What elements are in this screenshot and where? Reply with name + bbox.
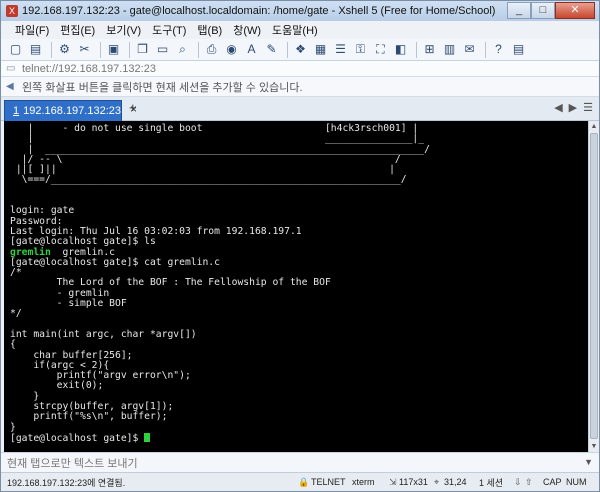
session-icon: ▭ <box>6 63 16 74</box>
terminal-scrollbar[interactable]: ▲ ▼ <box>588 121 599 452</box>
status-cursor: 31,24 <box>444 477 467 487</box>
terminal-banner: | - do not use single boot [h4ck3rsch001… <box>15 123 430 186</box>
menu-tools[interactable]: 도구(T) <box>152 22 186 38</box>
status-size: 117x31 <box>399 477 428 487</box>
tab-next-icon[interactable]: ▶ <box>569 101 577 114</box>
new-session-icon[interactable]: ▢ <box>7 41 24 58</box>
title-bar: X 192.168.197.132:23 - gate@localhost.lo… <box>1 1 599 21</box>
paste-icon[interactable]: ▭ <box>154 41 171 58</box>
status-num: NUM <box>566 477 587 487</box>
options-icon[interactable]: ▤ <box>510 41 527 58</box>
tab-bar: 1 192.168.197.132:23 × + ◀ ▶ ☰ <box>1 97 599 121</box>
reconnect-icon[interactable]: ▣ <box>105 41 122 58</box>
terminal-code: [gate@localhost gate]$ cat gremlin.c /* … <box>10 256 331 433</box>
disconnect-icon[interactable]: ✂ <box>76 41 93 58</box>
minimize-button[interactable]: _ <box>507 2 531 19</box>
menu-window[interactable]: 창(W) <box>233 22 261 38</box>
copy-icon[interactable]: ❐ <box>134 41 151 58</box>
close-button[interactable]: ✕ <box>555 2 595 19</box>
scrollbar-thumb[interactable] <box>590 133 598 439</box>
compose-icon[interactable]: ⊞ <box>421 41 438 58</box>
status-cap: CAP <box>543 477 562 487</box>
send-text-bar[interactable]: 현재 탭으로만 텍스트 보내기 ▼ <box>1 452 599 472</box>
terminal-lines: login: gate Password: Last login: Thu Ju… <box>10 205 302 248</box>
xftp-icon[interactable]: ❖ <box>292 41 309 58</box>
terminal-output: | - do not use single boot [h4ck3rsch001… <box>10 123 430 444</box>
hint-bar: ◀ 왼쪽 화살표 버튼을 클릭하면 현재 세션을 추가할 수 있습니다. <box>1 77 599 97</box>
sessions-down-icon[interactable]: ⇩ <box>514 477 522 488</box>
globe-icon[interactable]: ◉ <box>223 41 240 58</box>
menu-help[interactable]: 도움말(H) <box>272 22 318 38</box>
xshell-app-icon: X <box>6 5 18 17</box>
window-title: 192.168.197.132:23 - gate@localhost.loca… <box>22 5 496 17</box>
tab-label: 192.168.197.132:23 <box>23 105 121 117</box>
open-folder-icon[interactable]: ▤ <box>27 41 44 58</box>
terminal-cursor <box>144 432 151 442</box>
send-text-label: 현재 탭으로만 텍스트 보내기 <box>7 457 138 470</box>
tab-list-icon[interactable]: ☰ <box>583 101 593 114</box>
status-sessions: 1 세션 <box>479 477 504 488</box>
terminal-area[interactable]: | - do not use single boot [h4ck3rsch001… <box>4 121 588 452</box>
size-icon: ⇲ <box>389 476 397 487</box>
address-text: telnet://192.168.197.132:23 <box>22 62 156 75</box>
menu-tab[interactable]: 탭(B) <box>197 22 222 38</box>
tab-session-1[interactable]: 1 192.168.197.132:23 × <box>4 100 137 121</box>
new-tab-icon[interactable]: + <box>129 100 137 115</box>
font-icon[interactable]: A <box>243 41 260 58</box>
arrow-left-icon[interactable]: ◀ <box>6 81 18 92</box>
lock-status-icon: 🔒 <box>298 476 310 487</box>
keymap-icon[interactable]: ▦ <box>312 41 329 58</box>
menu-view[interactable]: 보기(V) <box>106 22 141 38</box>
find-icon[interactable]: ⌕ <box>174 41 191 58</box>
send-options-icon[interactable]: ▼ <box>584 457 593 467</box>
hint-text: 왼쪽 화살표 버튼을 클릭하면 현재 세션을 추가할 수 있습니다. <box>22 81 303 94</box>
chat-icon[interactable]: ✉ <box>461 41 478 58</box>
status-protocol: TELNET <box>311 477 346 487</box>
terminal-prompt: [gate@localhost gate]$ <box>10 432 145 444</box>
print-icon[interactable]: ⎙ <box>203 41 220 58</box>
lock-icon[interactable]: ⚿ <box>352 41 369 58</box>
fullscreen-icon[interactable]: ⛶ <box>372 41 389 58</box>
address-bar[interactable]: ▭ telnet://192.168.197.132:23 <box>1 61 599 77</box>
scroll-up-icon[interactable]: ▲ <box>589 121 599 132</box>
highlight-icon[interactable]: ✎ <box>263 41 280 58</box>
script-icon[interactable]: ☰ <box>332 41 349 58</box>
menu-file[interactable]: 파일(F) <box>15 22 49 38</box>
tab-prev-icon[interactable]: ◀ <box>554 101 562 114</box>
status-host: 192.168.197.132:23에 연결됨. <box>7 477 126 488</box>
help-icon[interactable]: ? <box>490 41 507 58</box>
xshell-window: X 192.168.197.132:23 - gate@localhost.lo… <box>0 0 600 492</box>
scroll-down-icon[interactable]: ▼ <box>589 441 599 452</box>
transparency-icon[interactable]: ◧ <box>392 41 409 58</box>
menu-bar: 파일(F) 편집(E) 보기(V) 도구(T) 탭(B) 창(W) 도움말(H) <box>1 21 599 39</box>
cursor-pos-icon: ⌖ <box>434 476 440 487</box>
maximize-button[interactable]: □ <box>531 2 555 19</box>
sessions-up-icon[interactable]: ⇧ <box>525 477 533 488</box>
connect-icon[interactable]: ⚙ <box>56 41 73 58</box>
status-terminal: xterm <box>352 477 375 487</box>
status-bar: 192.168.197.132:23에 연결됨. 🔒 TELNET xterm … <box>1 472 599 491</box>
toolbar: ▢ ▤ ⚙ ✂ ▣ ❐ ▭ ⌕ ⎙ ◉ A ✎ ❖ ▦ ☰ ⚿ ⛶ ◧ ⊞ ▥ … <box>1 39 599 61</box>
menu-edit[interactable]: 편집(E) <box>60 22 95 38</box>
layout-icon[interactable]: ▥ <box>441 41 458 58</box>
